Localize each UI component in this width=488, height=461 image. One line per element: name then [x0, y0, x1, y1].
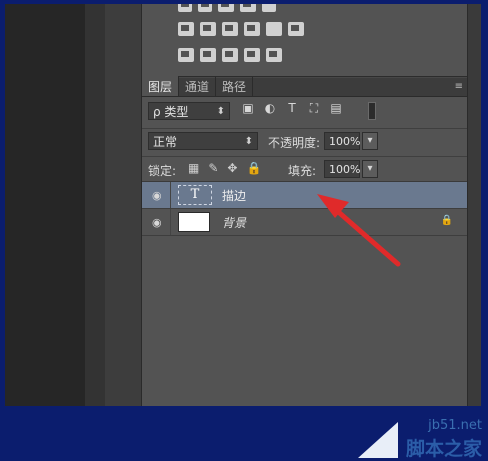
red-arrow-annotation [317, 194, 401, 267]
watermark: jb51.net 脚本之家 [350, 408, 486, 460]
watermark-site: jb51.net [428, 418, 482, 433]
watermark-paper-icon [358, 422, 398, 458]
photoshop-workspace: 图层 通道 路径 ≡ ρ 类型 ⬍ ▣ ◐ T ⛶ ▤ 正常 ⬍ 不透明度: 1… [5, 4, 481, 406]
watermark-name: 脚本之家 [405, 438, 482, 460]
